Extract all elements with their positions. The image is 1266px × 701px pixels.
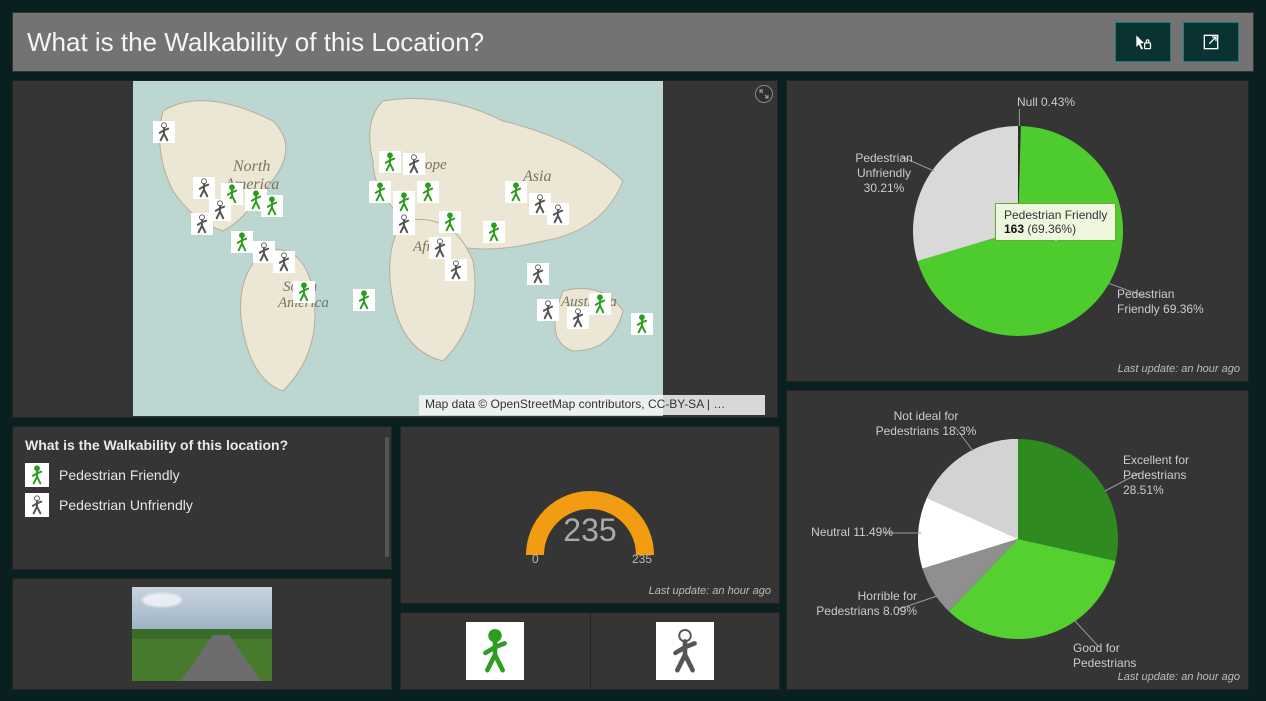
pie2-last-update: Last update: an hour ago [1118, 671, 1240, 683]
walker-green-icon [466, 622, 524, 680]
svg-text:North: North [232, 158, 270, 175]
title-actions [1115, 22, 1239, 62]
legend-title: What is the Walkability of this location… [25, 437, 379, 453]
pie2-excellent-label: Excellent forPedestrians28.51% [1123, 453, 1233, 498]
pie1-friendly-label: PedestrianFriendly 69.36% [1117, 287, 1227, 317]
pie2-notideal-label: Not ideal forPedestrians 18.3% [871, 409, 981, 439]
walker-grey-icon [25, 493, 49, 517]
map-panel[interactable]: North America South America Europe Afric… [12, 80, 778, 418]
pie2-neutral-label: Neutral 11.49% [793, 525, 893, 540]
gauge: 235 0 235 [510, 460, 670, 570]
gauge-panel: 235 0 235 Last update: an hour ago [400, 426, 780, 604]
gauge-min: 0 [532, 552, 539, 566]
map-canvas[interactable]: North America South America Europe Afric… [133, 81, 663, 416]
legend-item-friendly: Pedestrian Friendly [25, 463, 379, 487]
pie1-null-label: Null 0.43% [1017, 95, 1075, 110]
cursor-lock-icon [1133, 32, 1153, 52]
pie1-unfriendly-label: PedestrianUnfriendly30.21% [839, 151, 929, 196]
share-icon [1201, 32, 1221, 52]
walker-green-icon [25, 463, 49, 487]
map-attribution: Map data © OpenStreetMap contributors, C… [419, 395, 765, 415]
world-map: North America South America Europe Afric… [133, 81, 663, 416]
unfriendly-icon-tile[interactable] [591, 613, 780, 689]
photo-panel [12, 578, 392, 690]
legend-label: Pedestrian Unfriendly [59, 497, 193, 513]
pie2-horrible-label: Horrible forPedestrians 8.09% [797, 589, 917, 619]
share-button[interactable] [1183, 22, 1239, 62]
title-bar: What is the Walkability of this Location… [12, 12, 1254, 72]
pie-panel-friendly: Null 0.43% PedestrianUnfriendly30.21% Pe… [786, 80, 1249, 382]
legend-panel: What is the Walkability of this location… [12, 426, 392, 570]
cursor-lock-button[interactable] [1115, 22, 1171, 62]
gauge-value: 235 [510, 512, 670, 549]
legend-item-unfriendly: Pedestrian Unfriendly [25, 493, 379, 517]
friendly-icon-tile[interactable] [401, 613, 591, 689]
legend-label: Pedestrian Friendly [59, 467, 180, 483]
pie1-tooltip: Pedestrian Friendly 163 (69.36%) [995, 203, 1116, 241]
gauge-last-update: Last update: an hour ago [649, 585, 771, 597]
page-title: What is the Walkability of this Location… [27, 27, 484, 58]
survey-photo [132, 587, 272, 681]
pie2-good-label: Good forPedestrians [1073, 641, 1183, 671]
gauge-max: 235 [632, 552, 652, 566]
expand-icon [759, 89, 769, 99]
pie1-last-update: Last update: an hour ago [1118, 363, 1240, 375]
expand-map-button[interactable] [755, 85, 773, 103]
icons-panel [400, 612, 780, 690]
walker-grey-icon [656, 622, 714, 680]
pie-panel-detail: Not ideal forPedestrians 18.3% Excellent… [786, 390, 1249, 690]
